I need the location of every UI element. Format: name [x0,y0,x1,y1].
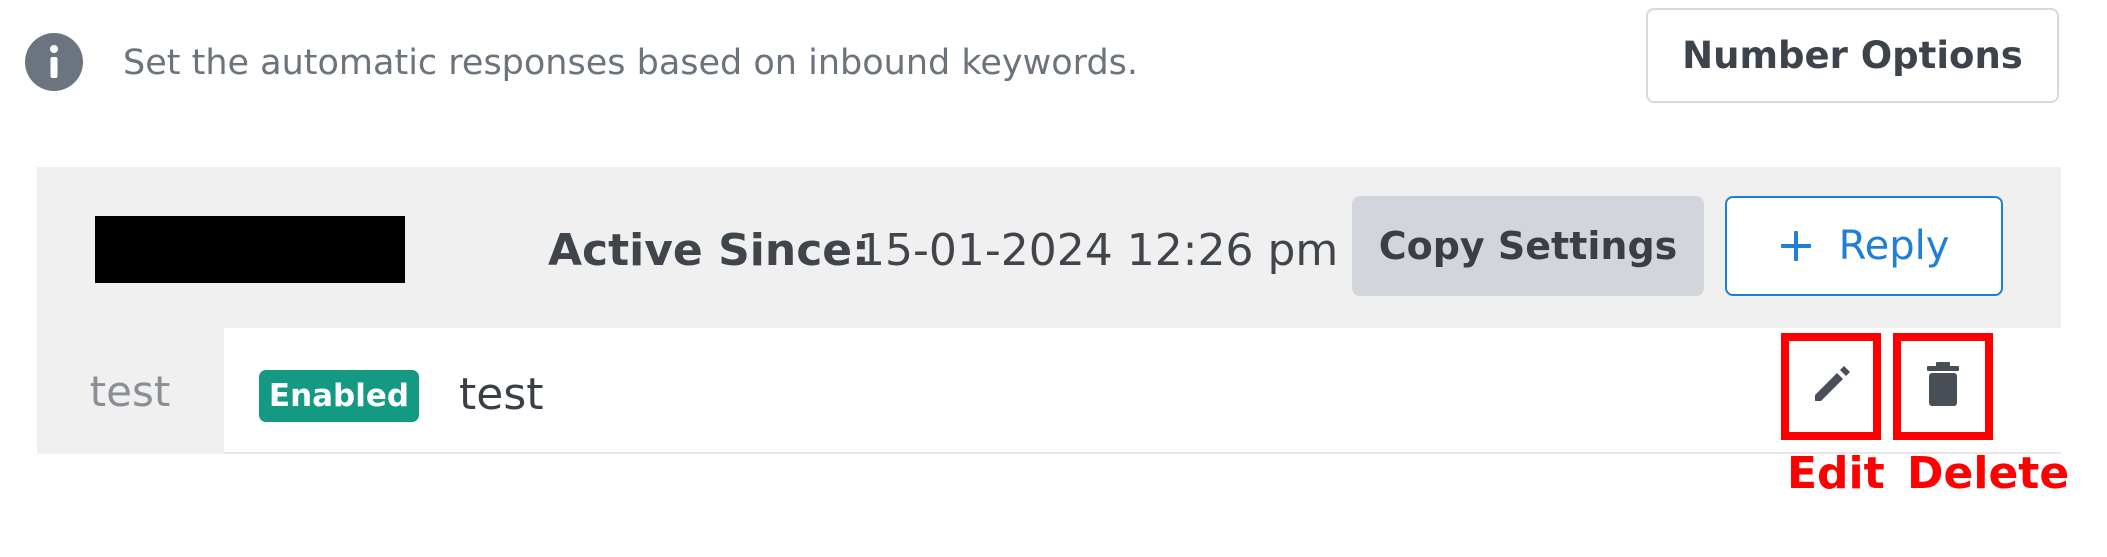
number-options-button[interactable]: Number Options [1646,8,2059,103]
info-icon [25,33,83,91]
pencil-icon [1807,361,1855,413]
active-since-label: Active Since: [548,224,870,276]
response-text: test [459,368,544,420]
plus-icon [1779,220,1813,272]
info-description: Set the automatic responses based on inb… [123,43,1139,83]
active-since-value: 15-01-2024 12:26 pm [857,224,1339,276]
trash-icon [1923,360,1963,414]
status-badge: Enabled [259,370,419,422]
delete-annotation-label: Delete [1907,448,2070,499]
copy-settings-button[interactable]: Copy Settings [1352,196,1704,296]
delete-button[interactable] [1893,333,1993,440]
edit-button[interactable] [1781,333,1881,440]
reply-label: Reply [1838,223,1950,269]
redacted-keyword-name [95,216,405,283]
edit-annotation-label: Edit [1787,448,1885,499]
keyword-cell: test [89,366,171,416]
add-reply-button[interactable]: Reply [1725,196,2003,296]
